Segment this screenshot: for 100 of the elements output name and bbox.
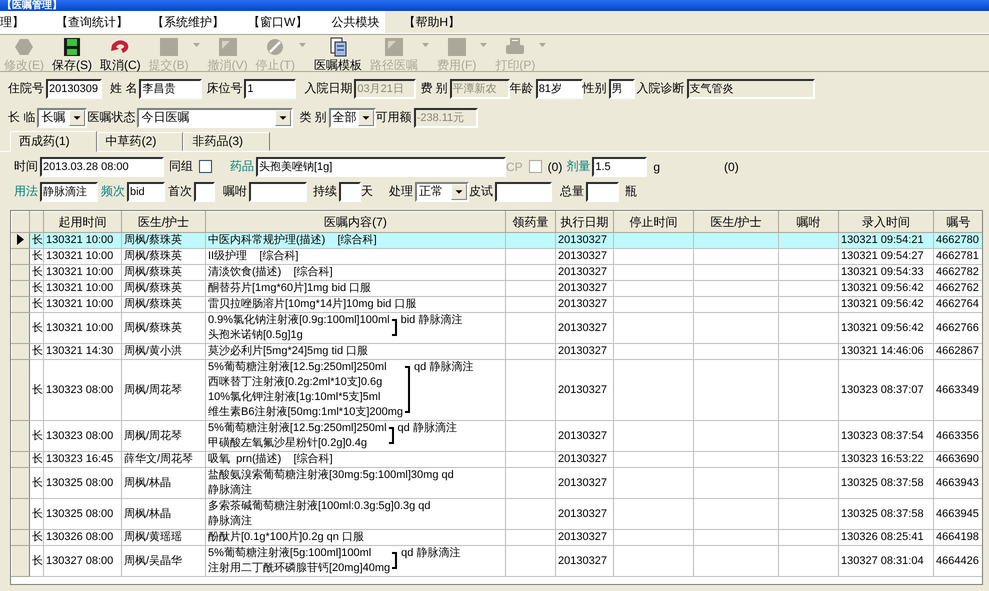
text-field[interactable] [194,182,215,202]
table-cell: 周枫/吴晶华 [122,546,206,576]
table-row[interactable]: 长 130321 10:00 周枫/蔡珠英 雷贝拉唑肠溶片[10mg*14片]10mg bid 口服 20130327 130321 09:56:42 4662764 [12,296,982,312]
column-header[interactable]: 嘱号 [934,212,982,232]
text-field[interactable]: 静脉滴注 [40,182,98,202]
field-label: 住院号 [8,80,44,97]
order-text: 多索茶碱葡萄糖注射液[100ml:0.3g:5g]0.3g qd 静脉滴注 [208,500,431,527]
menu-item[interactable]: 【查询统计】 [56,14,140,30]
text-field[interactable] [339,182,361,202]
table-row[interactable]: 长 130321 10:00 周枫/蔡珠英 II级护理 [综合科] 20130327 130321 09:54:27 4662781 [12,248,982,264]
unit-text: (0) [548,160,562,174]
table-row[interactable]: 长 130327 08:00 周枫/吴晶华 5%葡萄糖注射液[5g:100ml]100ml 注射用二丁酰环磷腺苷钙[20mg]40mg qd 静脉滴注 20130327 130327 08:31:04 4664426 [12,546,982,576]
text-field[interactable]: 81岁 [536,78,583,98]
menu-item[interactable]: 【窗口W】 [248,14,320,30]
toolbar-button[interactable]: 医嘱模板 [310,37,366,74]
row-header[interactable] [12,232,30,248]
table-row[interactable]: 长 130325 08:00 周枫/林晶 多索茶碱葡萄糖注射液[100ml:0.3g:5g]0.3g qd 静脉滴注 20130327 130325 08:37:58 4663945 [12,498,982,530]
group-bracket [405,366,410,413]
group-bracket [392,319,397,336]
text-field[interactable]: 头孢美唑钠[1g] [256,156,506,176]
field-label: 总量 [560,183,584,200]
field-label: 年龄 [510,80,534,97]
text-field[interactable] [586,182,619,202]
order-text: 0.9%氯化钠注射液[0.9g:100ml]100ml [208,313,390,328]
unit-text: (0) [724,160,739,174]
text-field[interactable]: 李昌贵 [139,78,202,98]
dropdown-field[interactable]: 全部 [328,108,376,128]
table-row[interactable]: 长 130321 10:00 周枫/蔡珠英 清淡饮食(描述) [综合科] 20130327 130321 09:54:33 4662782 [12,264,982,280]
text-field[interactable]: 男 [608,78,635,98]
group-bracket [392,552,398,569]
order-text: 清淡饮食(描述) [综合科] [208,266,333,278]
order-text: 维生素B6注射液[50mg:1ml*10支]200mg [208,405,404,420]
menu-item[interactable]: 【帮助H】 [403,14,472,30]
text-field[interactable]: 20130309 [46,78,102,98]
order-text: qd 静脉滴注 [414,360,474,375]
text-field[interactable]: 支气管炎 [686,78,815,98]
dropdown-field[interactable]: 长嘱 [37,108,88,128]
table-row[interactable]: 长 130321 14:30 周枫/黄小洪 莫沙必利片[5mg*24]5mg tid 口服 20130327 130321 14:46:06 4662867 [12,344,982,360]
hexagon-icon [14,37,34,57]
text-field[interactable] [249,182,307,202]
column-header[interactable]: 医生/护士 [122,212,206,232]
dropdown-field[interactable]: 今日医嘱 [137,108,294,128]
tab[interactable]: 非药品(3) [183,132,270,151]
toolbar-button[interactable]: 保存(S) [48,37,96,74]
column-header[interactable]: 嘱咐 [778,212,838,232]
text-field[interactable]: bid [127,182,165,202]
field-label: 药品 [230,158,254,175]
tab[interactable]: 西成药(1) [10,131,97,152]
table-row[interactable]: 长 130323 08:00 周枫/周花琴 5%葡萄糖注射液[12.5g:250ml]250ml 甲磺酸左氧氟沙星粉针[0.2g]0.4g qd 静脉滴注 20130327 130323 08:37:54 4663356 [12,420,982,452]
column-header[interactable]: 领药量 [506,212,556,232]
order-text: 酚酞片[0.1g*100片]0.2g qn 口服 [208,531,364,543]
unit-text: 天 [361,183,373,200]
order-text: 吸氧 prn(描述) [综合科] [208,453,333,465]
dropdown-field[interactable]: 正常 [415,182,469,202]
square-icon [158,37,179,57]
text-field[interactable]: 1.5 [592,156,648,176]
field-label: 同组 [169,158,193,175]
field-label: 频次 [101,183,125,200]
square-icon [218,37,238,57]
text-field[interactable]: 2013.03.28 08:00 [40,156,164,176]
column-header[interactable]: 录入时间 [838,212,934,232]
field-label: 入院诊断 [636,80,685,97]
text-field[interactable] [495,182,552,202]
field-label: 类 别 [299,109,327,126]
caret-icon [451,184,467,200]
table-row[interactable]: 长 130325 08:00 周枫/林晶 盐酸氨溴索葡萄糖注射液[30mg:5g:100ml]30mg qd 静脉滴注 20130327 130325 08:37:58 4663943 [12,468,982,498]
order-text: 5%葡萄糖注射液[5g:100ml]100ml [208,546,372,561]
table-row[interactable]: 长 130321 10:00 周枫/蔡珠英 0.9%氯化钠注射液[0.9g:100ml]100ml 头孢米诺钠[0.5g]1g bid 静脉滴注 20130327 130321 09:56:42 4662766 [12,312,982,344]
order-text: 注射用二丁酰环磷腺苷钙[20mg]40mg [208,561,390,576]
field-label: 入院日期 [304,80,352,97]
field-label: 费 别 [420,80,448,97]
order-text: 5%葡萄糖注射液[12.5g:250ml]250ml [208,421,387,436]
column-header[interactable]: 医嘱内容(7) [206,212,506,232]
menu-item[interactable]: 【系统维护】 [152,14,236,30]
order-text: 5%葡萄糖注射液[12.5g:250ml]250ml [208,360,388,375]
table-row[interactable]: 长 130323 16:45 薛华文/周花琴 吸氧 prn(描述) [综合科] 20130327 130323 16:53:22 4663690 [12,452,982,468]
toolbar-button[interactable]: 取消(C) [96,37,145,74]
table-row[interactable]: 长 130321 10:00 周枫/蔡珠英 酮替芬片[1mg*60片]1mg bid 口服 20130327 130321 09:56:42 4662762 [12,280,982,296]
tab[interactable]: 中草药(2) [96,132,184,151]
field-label: CP [506,160,523,174]
menu-item[interactable]: 公共模块 [331,14,392,30]
field-label: 时间 [14,158,38,175]
checkbox[interactable] [199,160,212,173]
order-text: 中医内科常规护理(描述) [综合科] [208,234,377,246]
text-field[interactable]: 1 [244,78,296,98]
table-row[interactable]: 长 130323 08:00 周枫/周花琴 5%葡萄糖注射液[12.5g:250ml]250ml 西咪替丁注射液[0.2g:2ml*10支]0.6g 10%氯化钾注射液[1g:10ml*5支]5ml 维生素B6注射液[50mg:1ml*10支]200mg qd 静脉滴注 20130327 130323 08:37:07 4663349 [12,360,982,420]
order-text: qd 静脉滴注 [398,421,457,436]
table-cell: 长 [30,546,44,576]
table-cell: 长 [30,360,44,420]
column-header[interactable]: 执行日期 [556,212,614,232]
table-row[interactable]: 长 130326 08:00 周枫/黄瑶瑶 酚酞片[0.1g*100片]0.2g qn 口服 20130327 130326 08:25:41 4664198 [12,530,982,546]
document-icon [328,37,348,57]
order-text: 头孢米诺钠[0.5g]1g [208,328,304,342]
menu-item[interactable]: 理】 [0,14,36,30]
order-text: 盐酸氨溴索葡萄糖注射液[30mg:5g:100ml]30mg qd 静脉滴注 [208,469,454,496]
column-header[interactable]: 起用时间 [44,212,122,232]
column-header[interactable]: 停止时间 [614,212,694,232]
table-row[interactable]: 长 130321 10:00 周枫/蔡珠英 中医内科常规护理(描述) [综合科] 20130327 130321 09:54:21 4662780 [12,232,982,248]
column-header[interactable]: 医生/护士 [694,212,778,232]
table-cell: 130327 08:31:04 [838,546,934,576]
